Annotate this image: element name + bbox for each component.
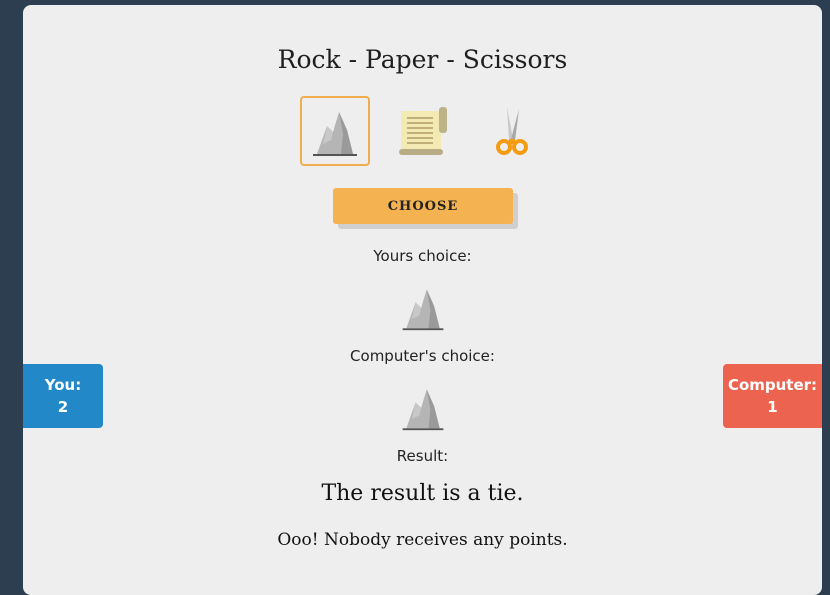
rock-icon <box>402 289 443 331</box>
result-label: Result: <box>396 447 449 465</box>
option-paper[interactable] <box>388 96 458 166</box>
player-score-label: You: <box>44 376 82 394</box>
page-title: Rock - Paper - Scissors <box>277 45 568 74</box>
choice-options <box>23 96 822 166</box>
computer-score-badge: Computer: 1 <box>723 364 822 428</box>
result-detail: Ooo! Nobody receives any points. <box>277 530 568 550</box>
computer-score-label: Computer: <box>727 376 818 394</box>
computer-score-value: 1 <box>767 398 778 416</box>
player-score-badge: You: 2 <box>23 364 103 428</box>
scissors-icon <box>495 107 528 155</box>
paper-scroll-icon <box>398 107 447 155</box>
your-choice-label: Yours choice: <box>373 247 472 265</box>
computer-choice-label: Computer's choice: <box>350 347 495 365</box>
result-text: The result is a tie. <box>321 481 524 506</box>
player-score-value: 2 <box>57 398 69 416</box>
option-rock[interactable] <box>299 96 370 166</box>
your-choice-display <box>23 282 822 332</box>
choose-button-wrapper: CHOOSE <box>333 188 518 229</box>
choose-button[interactable]: CHOOSE <box>333 188 513 224</box>
rock-icon <box>402 389 443 431</box>
rock-icon <box>312 112 357 156</box>
computer-choice-display <box>23 382 822 432</box>
option-scissors[interactable] <box>476 96 546 166</box>
game-card: Rock - Paper - Scissors CHOOSE Yours cho… <box>23 5 822 595</box>
